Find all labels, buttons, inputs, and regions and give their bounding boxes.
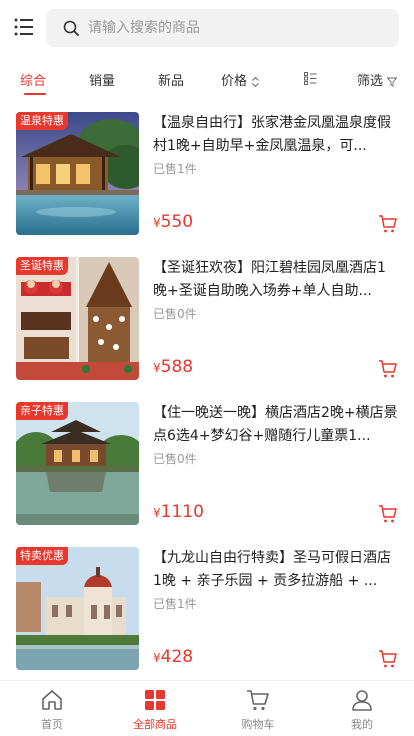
tab-sales[interactable]: 销量	[89, 70, 115, 89]
nav-all-products[interactable]: 全部商品	[115, 681, 195, 736]
product-item[interactable]: 圣诞特惠 【圣诞狂欢夜】阳江碧桂园凤凰酒店1晚+圣诞自助晚入场券+单人自助...…	[0, 243, 414, 388]
nav-cart[interactable]: 购物车	[218, 681, 298, 736]
add-to-cart-icon[interactable]	[378, 359, 398, 379]
product-image[interactable]: 亲子特惠	[16, 402, 139, 525]
product-image[interactable]: 特卖优惠	[16, 547, 139, 670]
nav-mine[interactable]: 我的	[322, 681, 402, 736]
pavilion-image	[16, 402, 139, 525]
filter-icon	[386, 77, 398, 87]
product-title[interactable]: 【温泉自由行】张家港金凤凰温泉度假村1晚+自助早+金凤凰温泉，可...	[153, 112, 399, 158]
search-bar[interactable]	[46, 9, 399, 47]
search-input[interactable]	[88, 9, 388, 47]
price-value: 588	[160, 357, 194, 377]
product-badge: 亲子特惠	[16, 402, 68, 420]
nav-home-label: 首页	[41, 718, 63, 731]
sold-count: 已售1件	[153, 597, 197, 611]
nav-mine-label: 我的	[351, 718, 373, 731]
currency-symbol: ¥	[153, 216, 161, 230]
tab-filter[interactable]: 筛选	[357, 70, 398, 89]
menu-icon[interactable]	[14, 18, 34, 36]
sold-count: 已售1件	[153, 162, 197, 176]
search-icon	[63, 20, 79, 36]
nav-home[interactable]: 首页	[12, 681, 92, 736]
price-value: 1110	[160, 502, 204, 522]
product-image[interactable]: 温泉特惠	[16, 112, 139, 235]
currency-symbol: ¥	[153, 651, 161, 665]
price-value: 550	[160, 212, 194, 232]
tab-new[interactable]: 新品	[158, 70, 184, 89]
sold-count: 已售0件	[153, 307, 197, 321]
add-to-cart-icon[interactable]	[378, 504, 398, 524]
tab-price[interactable]: 价格	[221, 70, 260, 89]
hotspring-image	[16, 112, 139, 235]
sold-count: 已售0件	[153, 452, 197, 466]
tab-price-label: 价格	[221, 74, 248, 89]
bottom-tab-bar: 首页 全部商品 购物车 我的	[0, 680, 414, 735]
product-badge: 特卖优惠	[16, 547, 68, 565]
product-badge: 圣诞特惠	[16, 257, 68, 275]
home-icon	[42, 690, 62, 710]
grid-icon	[145, 690, 165, 710]
sort-arrows-icon	[252, 76, 260, 87]
cart-icon	[247, 690, 269, 711]
filter-tabs: 综合 销量 新品 价格 筛选	[0, 58, 414, 98]
tab-layout-toggle[interactable]	[304, 71, 317, 86]
product-item[interactable]: 特卖优惠 【九龙山自由行特卖】圣马可假日酒店1晚 + 亲子乐园 + 贡多拉游船 …	[0, 533, 414, 678]
price-value: 428	[160, 647, 194, 667]
add-to-cart-icon[interactable]	[378, 649, 398, 669]
user-icon	[352, 690, 372, 711]
product-title[interactable]: 【九龙山自由行特卖】圣马可假日酒店1晚 + 亲子乐园 + 贡多拉游船 + ...	[153, 547, 399, 593]
product-title[interactable]: 【圣诞狂欢夜】阳江碧桂园凤凰酒店1晚+圣诞自助晚入场券+单人自助...	[153, 257, 399, 303]
product-image[interactable]: 圣诞特惠	[16, 257, 139, 380]
currency-symbol: ¥	[153, 361, 161, 375]
product-price: ¥588	[153, 357, 193, 377]
header	[0, 0, 414, 56]
currency-symbol: ¥	[153, 506, 161, 520]
product-item[interactable]: 亲子特惠 【住一晚送一晚】横店酒店2晚+横店景点6选4+梦幻谷+赠随行儿童票1.…	[0, 388, 414, 533]
product-price: ¥428	[153, 647, 193, 667]
product-price: ¥1110	[153, 502, 204, 522]
product-price: ¥550	[153, 212, 193, 232]
building-image	[16, 547, 139, 670]
nav-all-products-label: 全部商品	[133, 718, 177, 731]
add-to-cart-icon[interactable]	[378, 214, 398, 234]
list-view-icon	[304, 72, 317, 85]
product-title[interactable]: 【住一晚送一晚】横店酒店2晚+横店景点6选4+梦幻谷+赠随行儿童票1...	[153, 402, 399, 448]
active-tab-indicator	[24, 93, 46, 95]
tab-comprehensive[interactable]: 综合	[20, 70, 46, 89]
tab-filter-label: 筛选	[357, 74, 384, 89]
product-badge: 温泉特惠	[16, 112, 68, 130]
nav-cart-label: 购物车	[241, 718, 275, 731]
product-item[interactable]: 温泉特惠 【温泉自由行】张家港金凤凰温泉度假村1晚+自助早+金凤凰温泉，可...…	[0, 98, 414, 243]
christmas-image	[16, 257, 139, 380]
